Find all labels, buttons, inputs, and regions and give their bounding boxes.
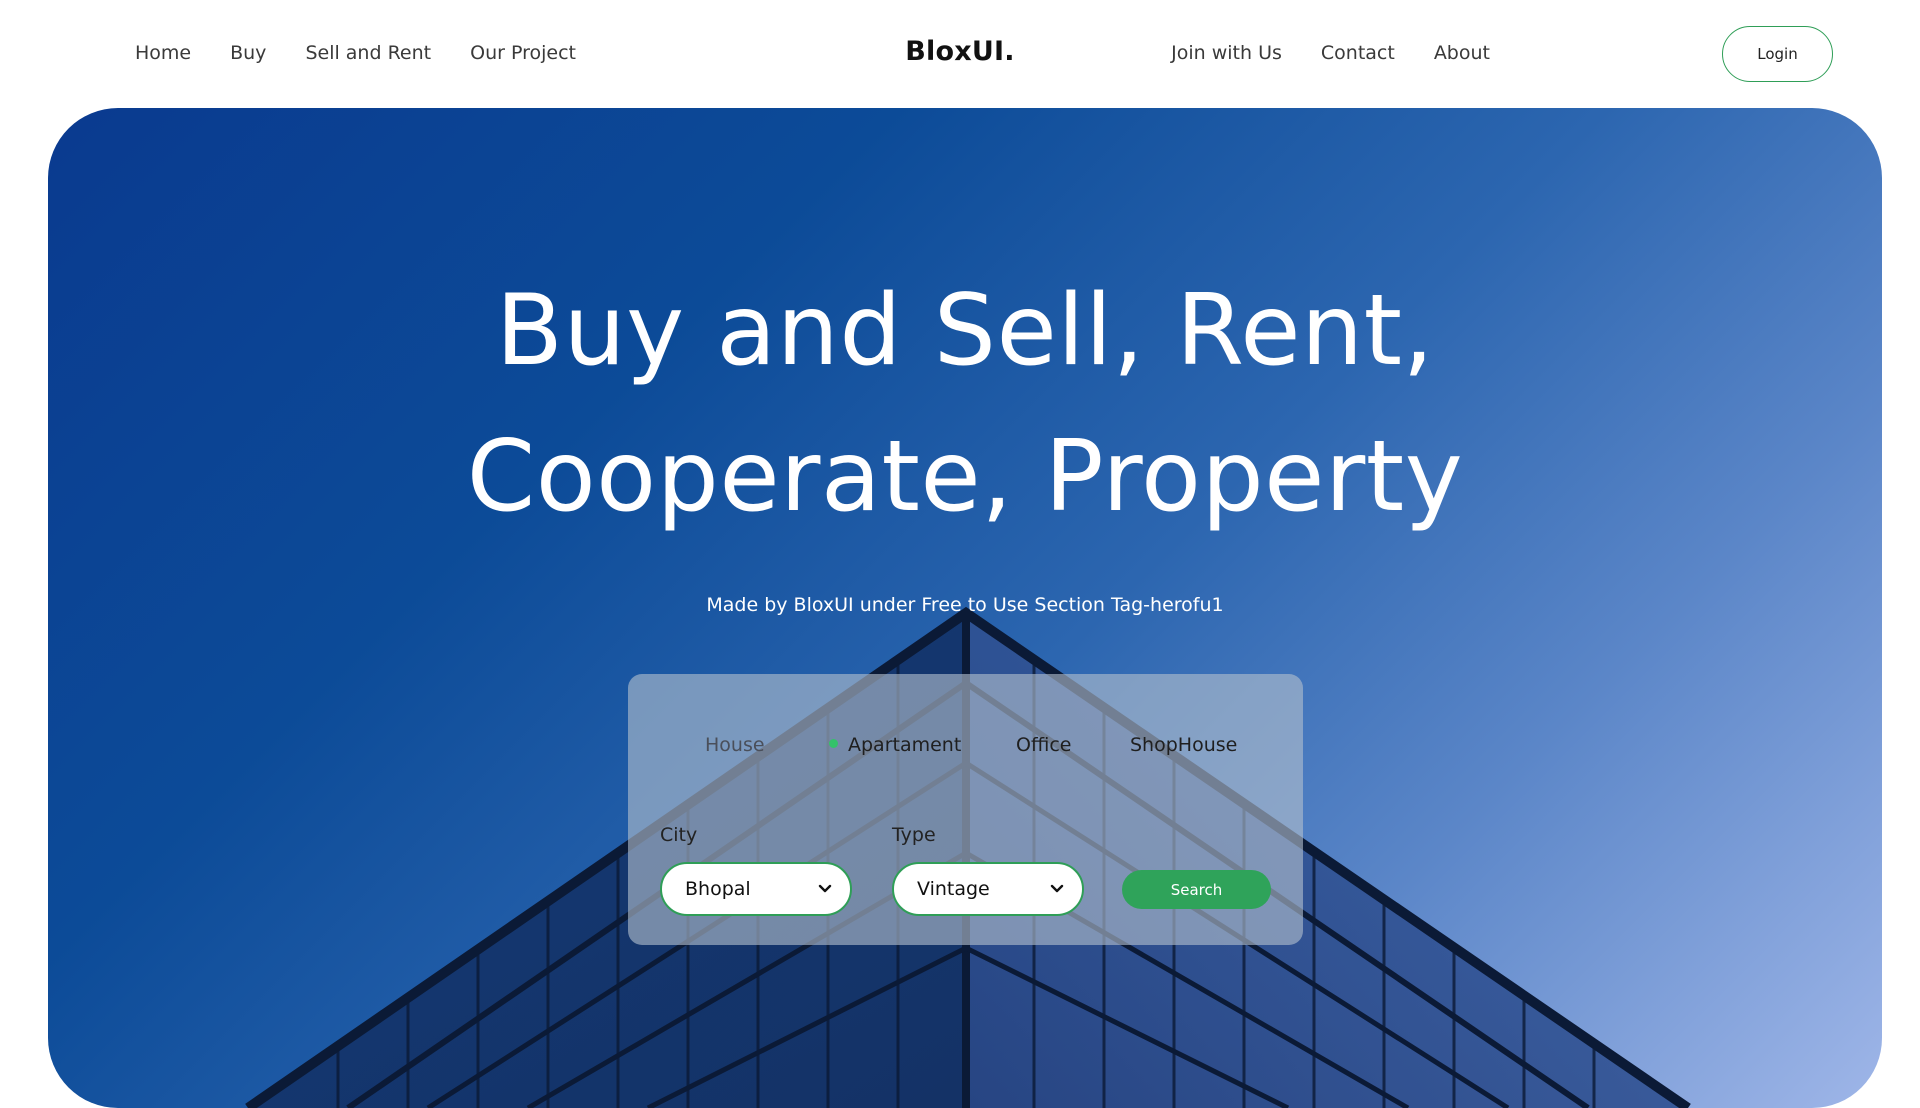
hero-headline-line-2: Cooperate, Property	[466, 420, 1464, 534]
type-select[interactable]: Vintage	[892, 862, 1084, 916]
hero-subline: Made by BloxUI under Free to Use Section…	[706, 594, 1224, 616]
tab-shophouse-label: ShopHouse	[1130, 734, 1238, 756]
top-navbar: Home Buy Sell and Rent Our Project BloxU…	[0, 0, 1920, 108]
nav-link-contact[interactable]: Contact	[1321, 42, 1395, 64]
hero-headline: Buy and Sell, Rent, Cooperate, Property	[48, 258, 1882, 550]
city-label: City	[660, 824, 698, 846]
city-select-value: Bhopal	[685, 878, 751, 900]
nav-link-join-with-us[interactable]: Join with Us	[1171, 42, 1282, 64]
hero-section: Buy and Sell, Rent, Cooperate, Property …	[48, 108, 1882, 1108]
property-type-tabs: House Apartament Office ShopHouse	[628, 734, 1303, 764]
nav-right-links: Join with Us Contact About	[1171, 42, 1490, 64]
chevron-down-icon	[1050, 884, 1064, 893]
tab-office-label: Office	[1016, 734, 1072, 756]
tab-apartament-label: Apartament	[848, 734, 962, 756]
tab-house-label: House	[705, 734, 765, 756]
tab-house[interactable]: House	[705, 734, 765, 756]
property-search-card: House Apartament Office ShopHouse City B…	[628, 674, 1303, 945]
login-button[interactable]: Login	[1722, 26, 1833, 82]
type-select-value: Vintage	[917, 878, 990, 900]
nav-link-about[interactable]: About	[1434, 42, 1490, 64]
search-button[interactable]: Search	[1122, 870, 1271, 909]
hero-headline-line-1: Buy and Sell, Rent,	[495, 274, 1435, 388]
tab-apartament[interactable]: Apartament	[829, 734, 961, 756]
active-tab-dot-icon	[829, 739, 838, 748]
type-label: Type	[892, 824, 936, 846]
tab-office[interactable]: Office	[1016, 734, 1071, 756]
city-select[interactable]: Bhopal	[660, 862, 852, 916]
tab-shophouse[interactable]: ShopHouse	[1130, 734, 1237, 756]
brand-logo[interactable]: BloxUI.	[0, 36, 1920, 67]
chevron-down-icon	[818, 884, 832, 893]
